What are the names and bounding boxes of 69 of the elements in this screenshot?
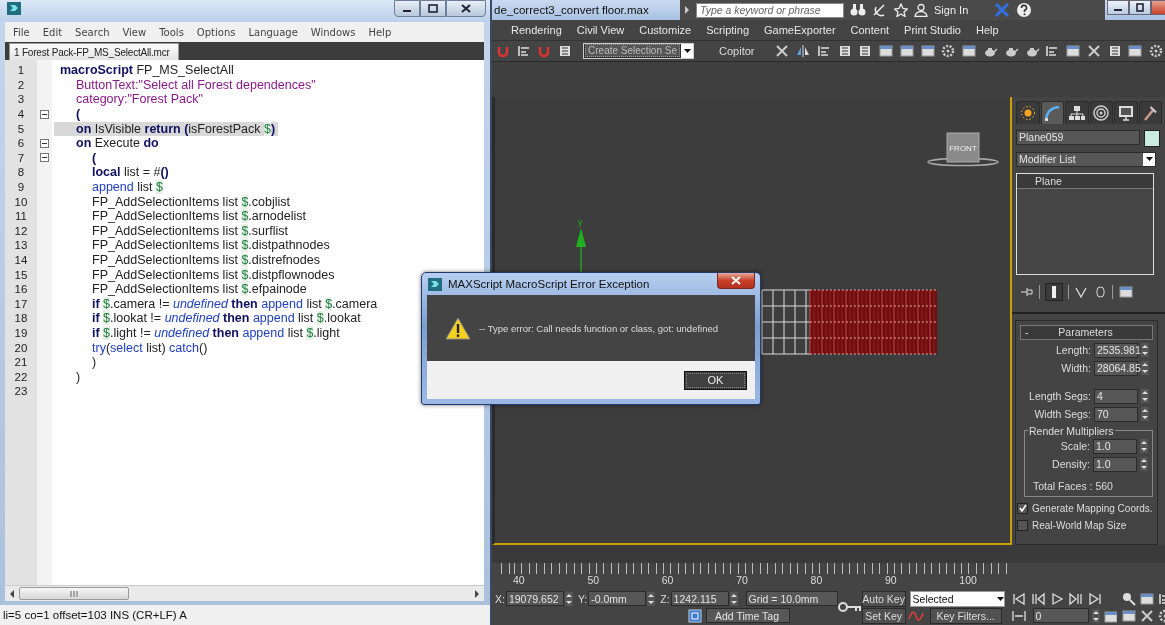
frame-number: 70: [736, 574, 748, 586]
coord-label: Z:: [660, 593, 670, 605]
code-line: ): [75, 369, 82, 384]
line-number: 22: [13, 370, 29, 383]
line-number: 14: [13, 254, 29, 266]
dialog-title: MAXScript MacroScript Error Exception: [448, 278, 651, 290]
code-line: FP_AddSelectionItems list $.surflist: [91, 223, 289, 238]
line-number: 5: [16, 122, 26, 135]
code-line: try(select list) catch(): [91, 340, 209, 355]
coord-label: Y:: [577, 593, 588, 605]
code-line: if $.camera != undefined then append list $.camera: [91, 296, 379, 311]
line-number: 20: [13, 341, 29, 354]
code-line: FP_AddSelectionItems list $.distpathnodes: [91, 238, 331, 253]
line-number: 6: [16, 137, 26, 150]
line-number: 16: [13, 283, 29, 296]
frame-number: 90: [884, 574, 897, 586]
frame-number: 100: [959, 574, 977, 586]
line-number: 12: [13, 224, 29, 237]
code-line: macroScript FP_MS_SelectAll: [59, 63, 235, 78]
error-message: -- Type error: Call needs function or class, got: undefined: [479, 322, 719, 334]
line-number: 21: [13, 356, 29, 369]
code-line: append list $: [91, 180, 164, 195]
window-title: de_correct3_convert floor.max: [494, 4, 649, 16]
code-line: FP_AddSelectionItems list $.efpainode: [91, 282, 308, 297]
code-line: if $.lookat != undefined then append list $.lookat: [91, 311, 362, 326]
code-line: category:"Forest Pack": [75, 92, 204, 107]
code-line: ): [91, 355, 98, 370]
line-number: 18: [13, 312, 29, 325]
frame-number: 50: [587, 574, 600, 586]
line-number: 9: [16, 181, 26, 194]
code-line: (: [91, 150, 98, 165]
line-number: 8: [16, 166, 26, 179]
line-number: 11: [14, 210, 28, 223]
code-line: FP_AddSelectionItems list $.distrefnodes: [91, 253, 321, 267]
field-label: Length Segs:: [1029, 390, 1091, 403]
total-faces-text: Total Faces : 560: [1032, 479, 1114, 492]
frame-number: 60: [661, 574, 674, 586]
code-line: FP_AddSelectionItems list $.cobjlist: [91, 194, 291, 209]
viewcube-label: FRONT: [949, 143, 977, 153]
code-line: ButtonText:"Select all Forest dependences": [75, 77, 317, 92]
line-number: 15: [13, 268, 29, 281]
line-number: 23: [13, 385, 29, 398]
axis-label: y: [578, 216, 583, 227]
code-line: on Execute do: [75, 136, 160, 151]
frame-number: 40: [513, 574, 525, 586]
line-number: 19: [13, 327, 29, 339]
line-number: 17: [13, 297, 29, 310]
field-label: Width:: [1061, 362, 1091, 375]
line-number: 4: [16, 108, 26, 121]
code-line: FP_AddSelectionItems list $.distpflownodes: [91, 267, 336, 282]
field-label: Density:: [1052, 458, 1090, 471]
coord-label: X:: [495, 593, 505, 605]
status-text: li=5 co=1 offset=103 INS (CR+LF) A: [3, 609, 187, 621]
line-number: 13: [13, 239, 29, 252]
code-line: FP_AddSelectionItems list $.arnodelist: [91, 209, 307, 224]
field-label: Scale:: [1060, 440, 1090, 453]
line-number: 1: [16, 64, 26, 77]
field-label: Length:: [1055, 344, 1091, 357]
line-number: 10: [13, 195, 29, 208]
grid-size-text: Grid = 10.0mm: [745, 591, 838, 607]
field-label: Width Segs:: [1034, 408, 1091, 421]
line-number: 3: [16, 93, 26, 106]
frame-number: 80: [810, 574, 823, 586]
code-line: local list = #(): [91, 165, 170, 180]
line-number: 7: [16, 151, 26, 164]
group-title: Render Multipliers: [1028, 424, 1115, 437]
code-line: (: [75, 107, 82, 122]
line-number: 2: [16, 78, 26, 91]
code-line: if $.light != undefined then append list $.light: [91, 326, 341, 340]
